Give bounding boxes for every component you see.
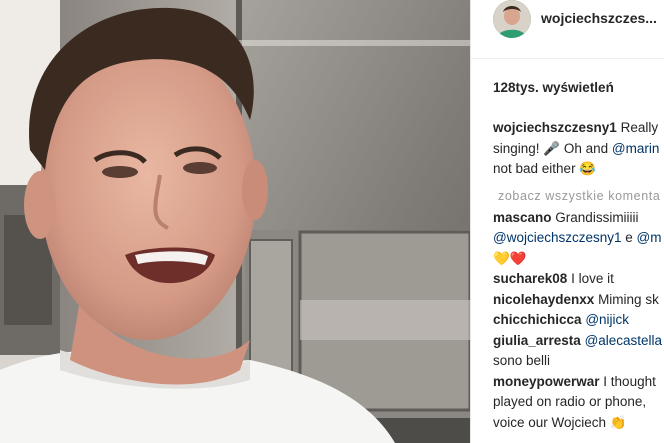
comment-author[interactable]: giulia_arresta [493, 333, 581, 348]
comment-line: 💛❤️ [493, 249, 664, 270]
see-all-comments-link[interactable]: zobacz wszystkie komenta [498, 186, 664, 208]
comment-item: mascano Grandissimiiiii [493, 208, 664, 229]
comment-text: sono belli [493, 353, 551, 368]
comment-text: played on radio or phone, [493, 394, 647, 409]
post-username[interactable]: wojciechszczes... [541, 10, 657, 26]
caption-line: wojciechszczesny1 Really [493, 118, 664, 139]
comment-author[interactable]: nicolehaydenxx [493, 292, 594, 307]
view-count: 128tys. wyświetleń [493, 80, 614, 95]
comment-line: played on radio or phone, [493, 392, 664, 413]
caption-text: Really [620, 120, 659, 135]
comment-item: chicchichicca @nijick [493, 310, 664, 331]
comment-item: giulia_arresta @alecastella [493, 331, 664, 352]
comment-mention[interactable]: @wojciechszczesny1 [493, 230, 622, 245]
video-player[interactable] [0, 0, 470, 443]
comment-text: I love it [571, 271, 614, 286]
comment-line: @wojciechszczesny1 e @m [493, 228, 664, 249]
comment-mention[interactable]: @m [637, 230, 662, 245]
comment-line: sono belli [493, 351, 664, 372]
comment-item: nicolehaydenxx Miming sk [493, 290, 664, 311]
avatar[interactable] [493, 0, 531, 38]
caption-author[interactable]: wojciechszczesny1 [493, 120, 617, 135]
video-frame [0, 0, 470, 443]
comment-text: e [621, 230, 637, 245]
caption-line: singing! 🎤 Oh and @marin [493, 139, 664, 160]
comment-author[interactable]: chicchichicca [493, 312, 582, 327]
caption-text: singing! 🎤 Oh and [493, 140, 612, 156]
post-header: wojciechszczes... [471, 0, 664, 59]
avatar-icon [493, 0, 531, 38]
comments-list: wojciechszczesny1 Really singing! 🎤 Oh a… [493, 118, 664, 433]
comment-text: voice our Wojciech 👏 [493, 414, 627, 430]
comment-mention[interactable]: @nijick [585, 312, 629, 327]
comment-item: moneypowerwar I thought [493, 372, 664, 393]
post-sidebar: wojciechszczes... 128tys. wyświetleń woj… [470, 0, 664, 443]
comment-emoji: 💛❤️ [493, 250, 527, 266]
comment-text: I thought [603, 373, 656, 389]
comment-mention[interactable]: @alecastella [585, 333, 663, 348]
comment-line: voice our Wojciech 👏 [493, 413, 664, 434]
comment-author[interactable]: moneypowerwar [493, 374, 600, 389]
caption-text: not bad either 😂 [493, 161, 597, 176]
comment-text: Miming sk [598, 291, 659, 307]
caption-line: not bad either 😂 [493, 159, 664, 180]
comment-item: sucharek08 I love it [493, 269, 664, 290]
comment-text: Grandissimiiiii [555, 209, 639, 225]
caption-mention[interactable]: @marin [612, 141, 659, 156]
comment-author[interactable]: sucharek08 [493, 271, 567, 286]
comment-author[interactable]: mascano [493, 210, 552, 225]
